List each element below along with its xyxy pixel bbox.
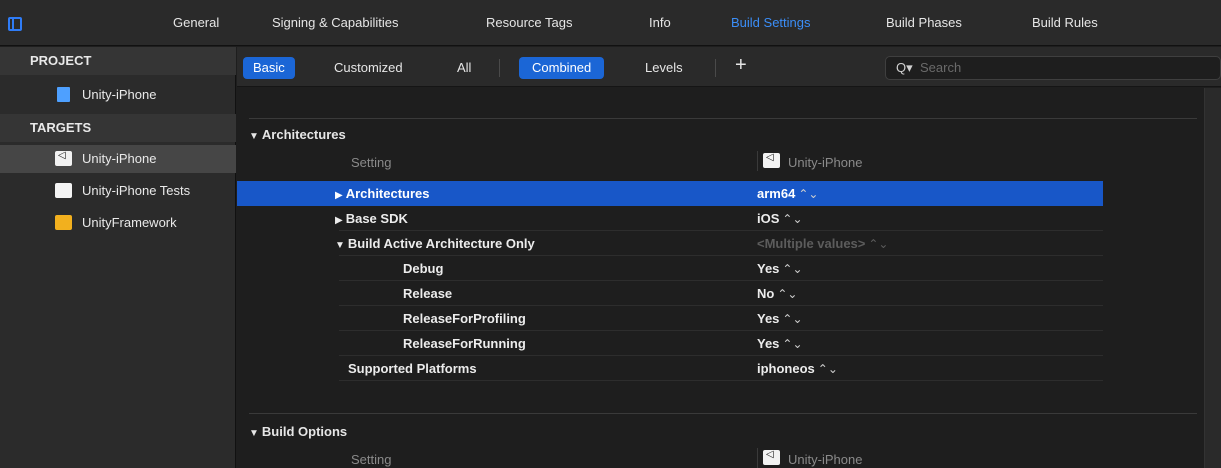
setting-row-build-active-architecture-only[interactable]: ▼ Build Active Architecture Only <Multipl… bbox=[335, 231, 1103, 256]
tab-resource-tags[interactable]: Resource Tags bbox=[486, 15, 572, 30]
setting-value[interactable]: Yes ⌃⌄ bbox=[757, 261, 803, 276]
column-header-setting: Setting bbox=[351, 452, 392, 467]
tab-build-settings[interactable]: Build Settings bbox=[731, 15, 811, 30]
project-section-header: PROJECT bbox=[30, 53, 92, 68]
setting-row-releaseforprofiling[interactable]: ReleaseForProfiling Yes ⌃⌄ bbox=[339, 306, 1103, 331]
sidebar-toggle-icon[interactable] bbox=[8, 17, 22, 31]
tab-info[interactable]: Info bbox=[649, 15, 671, 30]
setting-row-architectures[interactable]: ▶ Architectures arm64 ⌃⌄ bbox=[237, 181, 1103, 206]
section-architectures[interactable]: ▼ Architectures bbox=[249, 127, 346, 142]
search-input[interactable]: Search bbox=[920, 60, 961, 75]
sidebar-item-label: Unity-iPhone bbox=[82, 87, 157, 102]
disclosure-expanded-icon: ▼ bbox=[335, 240, 345, 251]
column-header-setting: Setting bbox=[351, 155, 392, 170]
filter-all-button[interactable]: All bbox=[447, 57, 481, 79]
build-settings-table: ▼Architectures Setting Unity-iPhone ▶Arc… bbox=[237, 88, 1221, 468]
filter-basic-button[interactable]: Basic bbox=[243, 57, 295, 79]
setting-value[interactable]: <Multiple values> ⌃⌄ bbox=[757, 236, 888, 251]
section-separator bbox=[249, 118, 1197, 119]
setting-value[interactable]: No ⌃⌄ bbox=[757, 286, 797, 301]
column-header-target: Unity-iPhone bbox=[788, 155, 863, 170]
stepper-icon: ⌃⌄ bbox=[782, 212, 803, 226]
setting-row-base-sdk[interactable]: ▶ Base SDK iOS ⌃⌄ bbox=[335, 206, 1103, 231]
sidebar-item-label: Unity-iPhone bbox=[82, 151, 157, 166]
setting-value[interactable]: Yes ⌃⌄ bbox=[757, 336, 803, 351]
search-icon: Q▾ bbox=[896, 60, 913, 75]
stepper-icon: ⌃⌄ bbox=[777, 287, 798, 301]
column-divider bbox=[757, 151, 758, 171]
sidebar-item-label: UnityFramework bbox=[82, 215, 177, 230]
sidebar-item-target-unityframework[interactable]: UnityFramework bbox=[0, 209, 236, 237]
test-bundle-icon bbox=[55, 183, 72, 198]
tab-general[interactable]: General bbox=[173, 15, 219, 30]
column-divider bbox=[757, 448, 758, 468]
section-build-options[interactable]: ▼ Build Options bbox=[249, 424, 347, 439]
stepper-icon: ⌃⌄ bbox=[817, 362, 838, 376]
xcode-window: General Signing & Capabilities Resource … bbox=[0, 0, 1221, 468]
project-file-icon bbox=[57, 87, 70, 102]
unity-app-icon bbox=[55, 150, 72, 166]
disclosure-expanded-icon: ▼ bbox=[249, 428, 259, 439]
setting-row-supported-platforms[interactable]: Supported Platforms iphoneos ⌃⌄ bbox=[339, 356, 1103, 381]
disclosure-collapsed-icon: ▶ bbox=[335, 215, 343, 226]
filter-customized-button[interactable]: Customized bbox=[324, 57, 413, 79]
sidebar-item-target-unity-iphone-tests[interactable]: Unity-iPhone Tests bbox=[0, 177, 236, 205]
search-field[interactable]: Q▾ Search bbox=[885, 56, 1221, 80]
column-header-target: Unity-iPhone bbox=[788, 452, 863, 467]
setting-row-debug[interactable]: Debug Yes ⌃⌄ bbox=[339, 256, 1103, 281]
setting-value[interactable]: arm64 ⌃⌄ bbox=[757, 186, 818, 201]
stepper-icon: ⌃⌄ bbox=[868, 237, 889, 251]
build-settings-filter-bar: Basic Customized All Combined Levels + Q… bbox=[237, 47, 1221, 87]
setting-value[interactable]: iOS ⌃⌄ bbox=[757, 211, 803, 226]
sidebar-item-project-unity-iphone[interactable]: Unity-iPhone bbox=[0, 81, 236, 109]
stepper-icon: ⌃⌄ bbox=[798, 187, 819, 201]
add-setting-button[interactable]: + bbox=[735, 54, 747, 77]
disclosure-expanded-icon: ▼ bbox=[249, 131, 259, 142]
filter-combined-button[interactable]: Combined bbox=[519, 57, 605, 79]
setting-value[interactable]: Yes ⌃⌄ bbox=[757, 311, 803, 326]
stepper-icon: ⌃⌄ bbox=[782, 337, 803, 351]
setting-value[interactable]: iphoneos ⌃⌄ bbox=[757, 361, 838, 376]
section-separator bbox=[249, 413, 1197, 414]
stepper-icon: ⌃⌄ bbox=[782, 262, 803, 276]
tab-build-rules[interactable]: Build Rules bbox=[1032, 15, 1098, 30]
sidebar-item-label: Unity-iPhone Tests bbox=[82, 183, 191, 198]
project-target-sidebar: PROJECT Unity-iPhone TARGETS Unity-iPhon… bbox=[0, 47, 236, 468]
unity-app-icon bbox=[763, 152, 780, 168]
editor-tab-bar: General Signing & Capabilities Resource … bbox=[0, 0, 1221, 46]
filter-divider bbox=[499, 59, 500, 77]
filter-levels-button[interactable]: Levels bbox=[635, 57, 693, 79]
setting-row-release[interactable]: Release No ⌃⌄ bbox=[339, 281, 1103, 306]
setting-row-releaseforrunning[interactable]: ReleaseForRunning Yes ⌃⌄ bbox=[339, 331, 1103, 356]
vertical-scrollbar[interactable] bbox=[1204, 88, 1221, 468]
disclosure-collapsed-icon: ▶ bbox=[335, 190, 343, 201]
stepper-icon: ⌃⌄ bbox=[782, 312, 803, 326]
unity-app-icon bbox=[763, 449, 780, 465]
framework-toolbox-icon bbox=[55, 215, 72, 230]
filter-divider bbox=[715, 59, 716, 77]
tab-signing-capabilities[interactable]: Signing & Capabilities bbox=[272, 15, 398, 30]
targets-section-header: TARGETS bbox=[30, 120, 92, 135]
tab-build-phases[interactable]: Build Phases bbox=[886, 15, 962, 30]
sidebar-item-target-unity-iphone[interactable]: Unity-iPhone bbox=[0, 145, 236, 173]
